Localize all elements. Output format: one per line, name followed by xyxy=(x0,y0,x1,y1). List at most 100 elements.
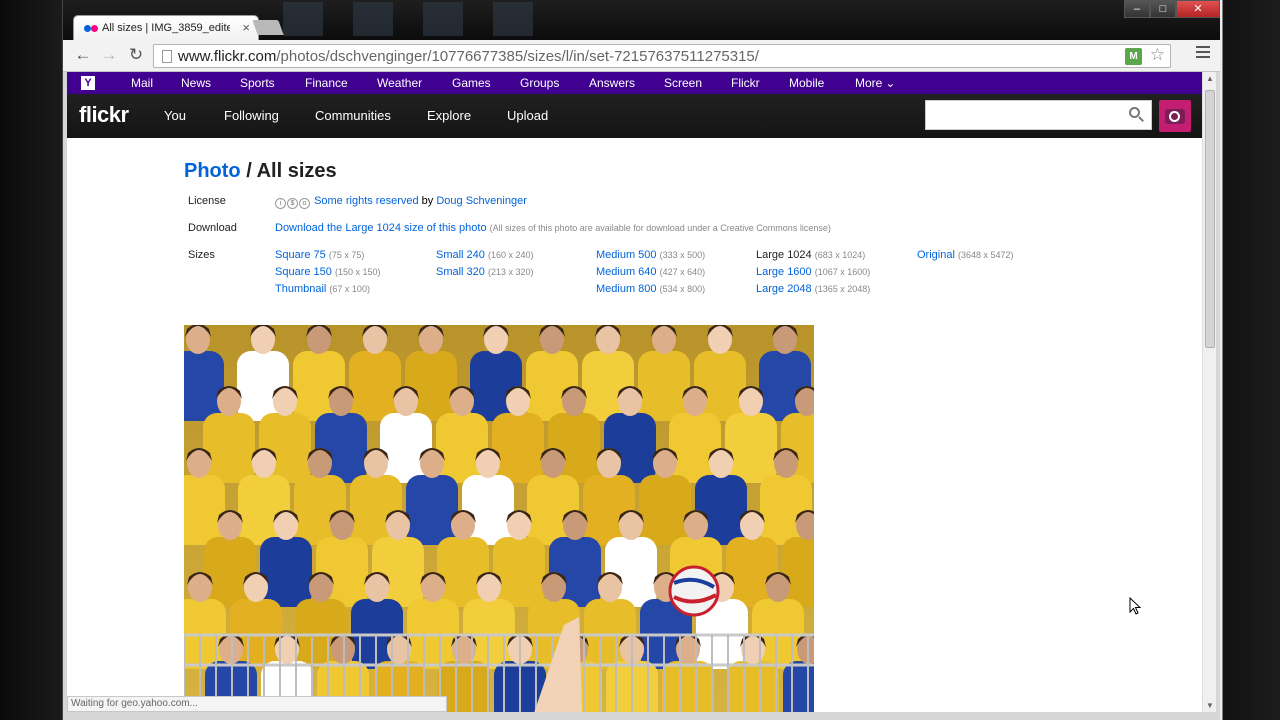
size-small-320[interactable]: Small 320 (213 x 320) xyxy=(436,266,534,278)
forward-arrow-icon[interactable]: → xyxy=(99,45,119,65)
maximize-button[interactable]: □ xyxy=(1150,0,1176,18)
tab-title: All sizes | IMG_3859_editec xyxy=(102,22,230,34)
nav-you[interactable]: You xyxy=(164,108,186,123)
ynav-more-label: More xyxy=(855,76,883,90)
close-window-button[interactable]: ✕ xyxy=(1176,0,1220,18)
reload-icon[interactable]: ↻ xyxy=(126,45,146,65)
heading-rest: All sizes xyxy=(256,160,337,182)
nav-following[interactable]: Following xyxy=(224,108,279,123)
size-name: Large 1024 xyxy=(756,249,812,261)
ynav-screen[interactable]: Screen xyxy=(664,76,702,90)
size-name: Small 320 xyxy=(436,266,485,278)
flickr-logo[interactable]: flickr xyxy=(79,102,129,128)
size-dims: (160 x 240) xyxy=(487,250,534,260)
scroll-down-icon[interactable]: ▼ xyxy=(1206,701,1214,710)
ynav-flickr[interactable]: Flickr xyxy=(731,76,760,90)
size-large-1024-current: Large 1024 (683 x 1024) xyxy=(756,249,865,261)
window-controls: – □ ✕ xyxy=(1124,0,1220,18)
size-name: Large 1600 xyxy=(756,266,812,278)
size-dims: (150 x 150) xyxy=(334,267,381,277)
desktop-left xyxy=(0,0,62,720)
ynav-games[interactable]: Games xyxy=(452,76,491,90)
browser-window: All sizes | IMG_3859_editec × – □ ✕ ← → … xyxy=(62,0,1220,720)
download-note: (All sizes of this photo are available f… xyxy=(489,223,831,233)
size-square-75[interactable]: Square 75 (75 x 75) xyxy=(275,249,364,261)
ynav-sports[interactable]: Sports xyxy=(240,76,275,90)
extension-icon[interactable]: M xyxy=(1125,48,1142,65)
ynav-mobile[interactable]: Mobile xyxy=(789,76,824,90)
size-dims: (67 x 100) xyxy=(329,284,370,294)
search-input[interactable] xyxy=(925,100,1152,130)
size-dims: (534 x 800) xyxy=(659,284,706,294)
nav-explore[interactable]: Explore xyxy=(427,108,471,123)
size-dims: (213 x 320) xyxy=(487,267,534,277)
status-bar: Waiting for geo.yahoo.com... xyxy=(67,696,447,712)
license-value: i $ o Some rights reserved by Doug Schveni… xyxy=(275,195,527,209)
address-bar[interactable]: www.flickr.com/photos/dschvenginger/1077… xyxy=(153,44,1171,68)
url-text[interactable]: www.flickr.com/photos/dschvenginger/1077… xyxy=(178,48,759,65)
sizes-label: Sizes xyxy=(188,249,215,261)
download-link[interactable]: Download the Large 1024 size of this pho… xyxy=(275,222,487,234)
desktop-right xyxy=(1220,0,1280,720)
flickr-favicon-icon xyxy=(84,25,98,33)
heading-separator: / xyxy=(240,160,257,182)
avatar[interactable] xyxy=(1159,100,1191,132)
size-original[interactable]: Original (3648 x 5472) xyxy=(917,249,1014,261)
search-icon[interactable] xyxy=(1129,107,1145,123)
bookmark-star-icon[interactable]: ☆ xyxy=(1150,45,1165,65)
nav-communities[interactable]: Communities xyxy=(315,108,391,123)
size-medium-640[interactable]: Medium 640 (427 x 640) xyxy=(596,266,705,278)
license-by: by xyxy=(421,195,434,207)
page-title: Photo / All sizes xyxy=(184,160,1084,183)
ynav-mail[interactable]: Mail xyxy=(131,76,153,90)
size-medium-500[interactable]: Medium 500 (333 x 500) xyxy=(596,249,705,261)
noncommercial-icon: $ xyxy=(287,198,298,209)
flickr-header: flickr You Following Communities Explore… xyxy=(67,94,1203,138)
ynav-weather[interactable]: Weather xyxy=(377,76,422,90)
browser-menu-icon[interactable] xyxy=(1196,46,1210,61)
size-name: Square 150 xyxy=(275,266,332,278)
mouse-cursor-icon xyxy=(1129,596,1142,620)
page-viewport: Y Mail News Sports Finance Weather Games… xyxy=(67,72,1203,712)
size-name: Original xyxy=(917,249,955,261)
yahoo-logo-icon[interactable]: Y xyxy=(81,76,95,90)
share-alike-icon: o xyxy=(299,198,310,209)
browser-tab[interactable]: All sizes | IMG_3859_editec × xyxy=(73,15,259,41)
author-link[interactable]: Doug Schveninger xyxy=(436,195,527,207)
ynav-answers[interactable]: Answers xyxy=(589,76,635,90)
minimize-button[interactable]: – xyxy=(1124,0,1150,18)
photo-link[interactable]: Photo xyxy=(184,160,241,182)
size-thumbnail[interactable]: Thumbnail (67 x 100) xyxy=(275,283,370,295)
size-large-1600[interactable]: Large 1600 (1067 x 1600) xyxy=(756,266,870,278)
scroll-thumb[interactable] xyxy=(1205,90,1215,348)
photo-image[interactable] xyxy=(184,325,814,712)
size-dims: (75 x 75) xyxy=(328,250,365,260)
download-value: Download the Large 1024 size of this pho… xyxy=(275,222,831,234)
back-arrow-icon[interactable]: ← xyxy=(73,45,93,65)
license-link[interactable]: Some rights reserved xyxy=(314,195,419,207)
close-tab-icon[interactable]: × xyxy=(242,20,250,35)
browser-toolbar: ← → ↻ www.flickr.com/photos/dschvenginge… xyxy=(63,40,1220,72)
size-large-2048[interactable]: Large 2048 (1365 x 2048) xyxy=(756,283,870,295)
page-icon xyxy=(162,50,172,63)
nav-upload[interactable]: Upload xyxy=(507,108,548,123)
ynav-finance[interactable]: Finance xyxy=(305,76,348,90)
page-scrollbar[interactable]: ▲ ▼ xyxy=(1202,72,1216,712)
ynav-more[interactable]: More ⌄ xyxy=(855,76,895,90)
new-tab-button[interactable] xyxy=(252,20,284,35)
chevron-down-icon: ⌄ xyxy=(885,76,896,90)
license-label: License xyxy=(188,195,226,207)
cc-icon: i xyxy=(275,198,286,209)
size-square-150[interactable]: Square 150 (150 x 150) xyxy=(275,266,380,278)
scroll-up-icon[interactable]: ▲ xyxy=(1206,74,1214,83)
title-bar: All sizes | IMG_3859_editec × – □ ✕ xyxy=(63,0,1220,41)
size-dims: (3648 x 5472) xyxy=(957,250,1014,260)
size-small-240[interactable]: Small 240 (160 x 240) xyxy=(436,249,534,261)
download-label: Download xyxy=(188,222,237,234)
size-medium-800[interactable]: Medium 800 (534 x 800) xyxy=(596,283,705,295)
ynav-groups[interactable]: Groups xyxy=(520,76,559,90)
size-name: Medium 800 xyxy=(596,283,657,295)
size-name: Thumbnail xyxy=(275,283,327,295)
ynav-news[interactable]: News xyxy=(181,76,211,90)
yahoo-bar: Y Mail News Sports Finance Weather Games… xyxy=(67,72,1203,94)
